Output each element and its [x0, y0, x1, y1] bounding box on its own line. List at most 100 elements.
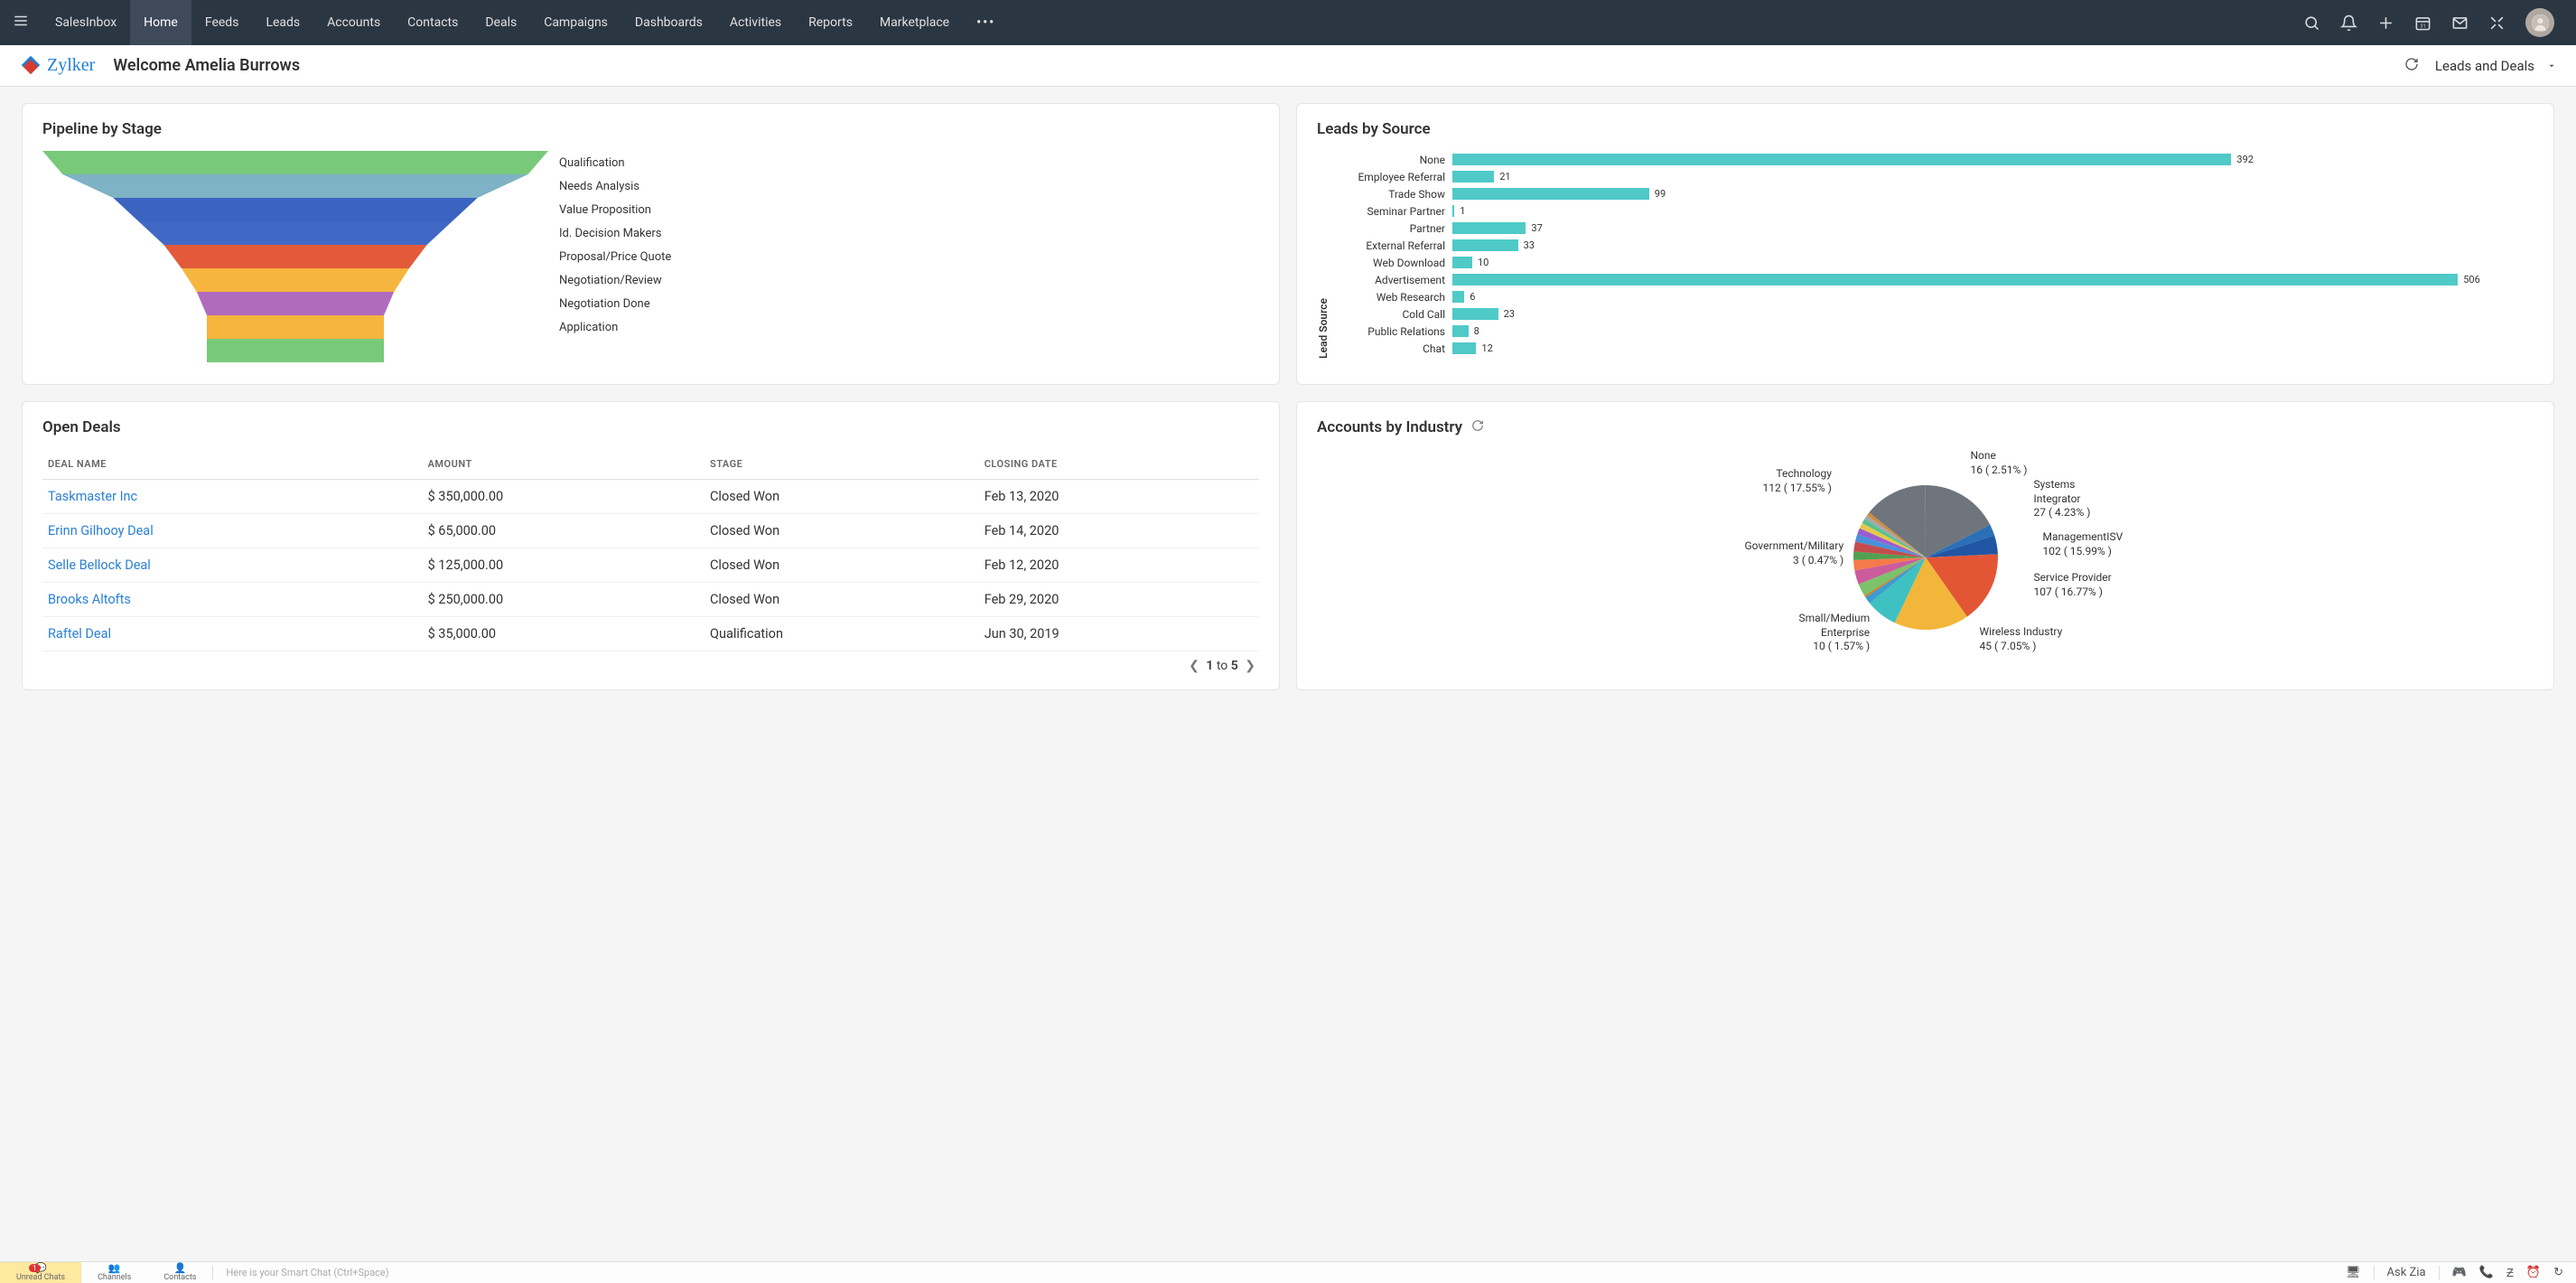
- bell-icon[interactable]: [2340, 14, 2357, 32]
- nav-item-reports[interactable]: Reports: [795, 0, 866, 45]
- leads-category: Trade Show: [1335, 188, 1452, 201]
- nav-item-home[interactable]: Home: [130, 0, 191, 45]
- dashboard-grid: Pipeline by Stage QualificationNeeds Ana…: [0, 87, 2576, 696]
- table-header[interactable]: CLOSING DATE: [979, 449, 1259, 480]
- menu-icon[interactable]: [0, 13, 42, 33]
- leads-bar-row[interactable]: 23: [1452, 305, 2534, 323]
- deal-name-link[interactable]: Erinn Gilhooy Deal: [42, 514, 423, 548]
- card-title-accounts-by-industry: Accounts by Industry: [1317, 418, 1462, 436]
- deal-closing: Feb 13, 2020: [979, 480, 1259, 514]
- refresh-icon[interactable]: [2404, 57, 2419, 75]
- deal-name-link[interactable]: Raftel Deal: [42, 617, 423, 651]
- plus-icon[interactable]: [2377, 14, 2394, 32]
- refresh-icon[interactable]: [1471, 419, 1484, 435]
- pie-chart[interactable]: Technology112 ( 17.55% )None16 ( 2.51% )…: [1709, 449, 2142, 666]
- leads-bar-row[interactable]: 6: [1452, 288, 2534, 305]
- mail-icon[interactable]: [2451, 14, 2469, 32]
- deal-amount: $ 250,000.00: [423, 583, 705, 617]
- deal-stage: Closed Won: [705, 480, 979, 514]
- view-selector-label: Leads and Deals: [2435, 58, 2534, 74]
- table-row: Raftel Deal $ 35,000.00 Qualification Ju…: [42, 617, 1259, 651]
- avatar[interactable]: [2525, 8, 2554, 37]
- pager-next[interactable]: ❯: [1241, 659, 1259, 673]
- open-deals-table: DEAL NAMEAMOUNTSTAGECLOSING DATE Taskmas…: [42, 449, 1259, 651]
- nav-item-accounts[interactable]: Accounts: [313, 0, 394, 45]
- page-title: Welcome Amelia Burrows: [113, 56, 300, 75]
- search-icon[interactable]: [2303, 14, 2320, 32]
- leads-category: Chat: [1335, 342, 1452, 355]
- funnel-label: Id. Decision Makers: [559, 221, 671, 245]
- gamepad-icon[interactable]: 🎮: [2452, 1266, 2467, 1279]
- nav-item-feeds[interactable]: Feeds: [191, 0, 253, 45]
- logo[interactable]: Zylker: [20, 55, 95, 77]
- ask-zia-button[interactable]: Ask Zia: [2387, 1266, 2426, 1279]
- pager-prev[interactable]: ❮: [1185, 659, 1203, 673]
- deal-closing: Feb 14, 2020: [979, 514, 1259, 548]
- zia-icon[interactable]: Ƶ: [2506, 1266, 2514, 1280]
- leads-bar-row[interactable]: 33: [1452, 237, 2534, 254]
- leads-bar-row[interactable]: 37: [1452, 220, 2534, 237]
- leads-bar-chart[interactable]: 39221991373310506623812: [1452, 151, 2534, 368]
- deal-stage: Closed Won: [705, 583, 979, 617]
- nav-more[interactable]: •••: [963, 15, 1009, 30]
- nav-item-contacts[interactable]: Contacts: [394, 0, 471, 45]
- leads-bar-row[interactable]: 10: [1452, 254, 2534, 271]
- nav-utility-icons: 31: [2303, 8, 2565, 37]
- funnel-label: Value Proposition: [559, 198, 671, 221]
- clock-icon[interactable]: ⏰: [2526, 1266, 2541, 1279]
- pie-label: Small/MediumEnterprise10 ( 1.57% ): [1799, 612, 1871, 654]
- view-selector[interactable]: Leads and Deals: [2435, 58, 2556, 74]
- leads-bar-row[interactable]: 1: [1452, 202, 2534, 220]
- deal-name-link[interactable]: Selle Bellock Deal: [42, 548, 423, 583]
- deal-amount: $ 65,000.00: [423, 514, 705, 548]
- leads-ylabel: Lead Source: [1317, 298, 1330, 359]
- nav-item-campaigns[interactable]: Campaigns: [530, 0, 621, 45]
- leads-bar-row[interactable]: 99: [1452, 185, 2534, 202]
- tools-icon[interactable]: [2488, 14, 2506, 32]
- nav-item-salesinbox[interactable]: SalesInbox: [42, 0, 130, 45]
- calendar-icon[interactable]: 31: [2414, 14, 2431, 32]
- table-header[interactable]: DEAL NAME: [42, 449, 423, 480]
- funnel-chart[interactable]: [42, 151, 548, 366]
- deal-name-link[interactable]: Taskmaster Inc: [42, 480, 423, 514]
- leads-category: Cold Call: [1335, 308, 1452, 321]
- phone-icon[interactable]: 📞: [2479, 1266, 2494, 1279]
- monitor-icon[interactable]: 🖥: [2346, 1266, 2361, 1279]
- deal-name-link[interactable]: Brooks Altofts: [42, 583, 423, 617]
- funnel-label: [559, 339, 671, 362]
- leads-category: Advertisement: [1335, 274, 1452, 286]
- nav-item-leads[interactable]: Leads: [252, 0, 313, 45]
- deal-closing: Feb 29, 2020: [979, 583, 1259, 617]
- table-header[interactable]: STAGE: [705, 449, 979, 480]
- pie-label: Wireless Industry45 ( 7.05% ): [1980, 625, 2063, 653]
- leads-category: Employee Referral: [1335, 171, 1452, 183]
- leads-bar-row[interactable]: 506: [1452, 271, 2534, 288]
- contacts-tab[interactable]: 👤 Contacts: [147, 1262, 212, 1283]
- deal-stage: Qualification: [705, 617, 979, 651]
- leads-bar-row[interactable]: 12: [1452, 340, 2534, 357]
- smart-chat-input[interactable]: Here is your Smart Chat (Ctrl+Space): [213, 1267, 2346, 1278]
- nav-item-deals[interactable]: Deals: [471, 0, 530, 45]
- leads-bar-row[interactable]: 392: [1452, 151, 2534, 168]
- channels-tab[interactable]: 👥 Channels: [81, 1262, 147, 1283]
- leads-category: None: [1335, 154, 1452, 166]
- leads-category: Public Relations: [1335, 325, 1452, 338]
- card-title-leads-by-source: Leads by Source: [1317, 120, 2534, 138]
- leads-category: Web Download: [1335, 257, 1452, 269]
- history-icon[interactable]: ↻: [2553, 1266, 2563, 1279]
- table-header[interactable]: AMOUNT: [423, 449, 705, 480]
- pie-label: Technology112 ( 17.55% ): [1763, 467, 1832, 495]
- leads-bar-row[interactable]: 21: [1452, 168, 2534, 185]
- card-open-deals: Open Deals DEAL NAMEAMOUNTSTAGECLOSING D…: [22, 401, 1280, 690]
- nav-item-dashboards[interactable]: Dashboards: [621, 0, 716, 45]
- leads-bar-row[interactable]: 8: [1452, 323, 2534, 340]
- unread-chats-tab[interactable]: 💬 1 Unread Chats: [0, 1262, 81, 1283]
- table-row: Brooks Altofts $ 250,000.00 Closed Won F…: [42, 583, 1259, 617]
- nav-item-activities[interactable]: Activities: [716, 0, 795, 45]
- deal-stage: Closed Won: [705, 514, 979, 548]
- table-row: Selle Bellock Deal $ 125,000.00 Closed W…: [42, 548, 1259, 583]
- card-leads-by-source: Leads by Source Lead Source None Employee…: [1296, 103, 2554, 385]
- pie-label: SystemsIntegrator27 ( 4.23% ): [2034, 478, 2091, 520]
- nav-item-marketplace[interactable]: Marketplace: [866, 0, 963, 45]
- deal-closing: Feb 12, 2020: [979, 548, 1259, 583]
